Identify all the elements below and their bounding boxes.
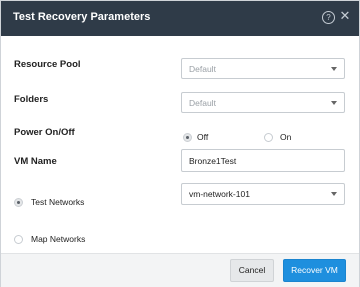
power-off-radio[interactable] [183,133,192,142]
test-recovery-dialog: Test Recovery Parameters ? ✕ Resource Po… [0,0,360,287]
map-networks-radio[interactable] [14,235,23,244]
chevron-down-icon [331,192,337,196]
help-icon[interactable]: ? [322,11,335,24]
chevron-down-icon [331,101,337,105]
resource-pool-label: Resource Pool [14,59,81,70]
map-networks-label: Map Networks [31,234,86,244]
vm-name-input[interactable]: Bronze1Test [181,149,345,172]
resource-pool-value: Default [189,64,216,74]
power-off-label: Off [197,132,209,142]
test-network-value: vm-network-101 [189,189,250,199]
folders-select[interactable]: Default [181,92,345,113]
close-icon[interactable]: ✕ [338,9,352,23]
power-on-radio[interactable] [264,133,273,142]
folders-value: Default [189,98,216,108]
dialog-titlebar: Test Recovery Parameters ? ✕ [1,1,359,36]
chevron-down-icon [331,67,337,71]
test-network-select[interactable]: vm-network-101 [181,183,345,205]
power-on-label: On [280,132,292,142]
test-networks-radio[interactable] [14,198,23,207]
vm-name-label: VM Name [14,156,57,167]
power-label: Power On/Off [14,127,75,138]
recover-vm-button[interactable]: Recover VM [283,259,346,282]
test-networks-label: Test Networks [31,197,85,207]
vm-name-value: Bronze1Test [189,156,237,166]
dialog-title: Test Recovery Parameters [13,11,151,23]
cancel-button[interactable]: Cancel [230,259,274,282]
resource-pool-select[interactable]: Default [181,58,345,79]
folders-label: Folders [14,94,49,105]
